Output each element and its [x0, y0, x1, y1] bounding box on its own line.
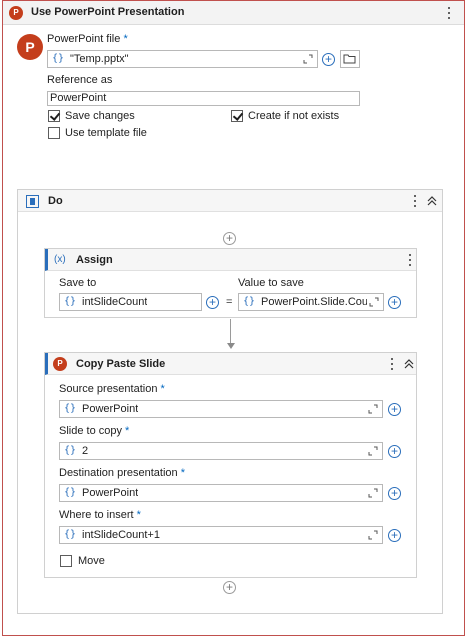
use-powerpoint-activity: P Use PowerPoint Presentation P PowerPoi… — [2, 0, 465, 636]
expression-brace-icon: {} — [243, 296, 256, 307]
move-checkbox[interactable] — [60, 555, 72, 567]
value-add-icon[interactable]: + — [388, 296, 401, 309]
collapse-icon[interactable] — [426, 195, 438, 207]
move-label: Move — [78, 555, 105, 567]
create-if-not-exists-label: Create if not exists — [248, 110, 340, 122]
where-to-insert-value: intSlideCount+1 — [82, 529, 160, 541]
where-to-insert-input[interactable]: {} intSlideCount+1 — [59, 526, 383, 544]
save-changes-label: Save changes — [65, 110, 135, 122]
assign-activity: (x) Assign Save to Value to save {} intS… — [44, 248, 417, 318]
required-marker: * — [125, 425, 130, 437]
expression-brace-icon: {} — [64, 296, 77, 307]
powerpoint-large-icon: P — [17, 34, 43, 60]
do-header[interactable]: Do — [18, 190, 442, 212]
copy-paste-slide-activity: P Copy Paste Slide Source presentation *… — [44, 352, 417, 578]
do-container: Do + (x) Assign Save to Value to save {}… — [17, 189, 443, 614]
powerpoint-file-input[interactable]: {} "Temp.pptx" — [47, 50, 318, 68]
slide-to-copy-label: Slide to copy * — [59, 425, 130, 437]
add-variable-icon[interactable]: + — [322, 53, 335, 66]
insert-activity-top-icon[interactable]: + — [223, 232, 236, 245]
where-add-icon[interactable]: + — [388, 529, 401, 542]
activity-header[interactable]: P Use PowerPoint Presentation — [3, 1, 464, 25]
slide-add-icon[interactable]: + — [388, 445, 401, 458]
do-more-options-icon[interactable] — [410, 194, 420, 208]
reference-as-input[interactable]: PowerPoint — [47, 91, 360, 106]
expression-brace-icon: {} — [64, 403, 77, 414]
save-to-value: intSlideCount — [82, 296, 148, 308]
copy-paste-more-options-icon[interactable] — [387, 357, 397, 371]
expression-brace-icon: {} — [52, 53, 65, 64]
expand-icon[interactable] — [368, 530, 378, 540]
expand-icon[interactable] — [368, 446, 378, 456]
copy-paste-collapse-icon[interactable] — [403, 358, 415, 370]
required-marker: * — [160, 383, 165, 395]
required-marker: * — [123, 33, 128, 45]
do-title: Do — [48, 195, 63, 207]
assign-header[interactable]: (x) Assign — [45, 249, 416, 271]
expand-icon[interactable] — [303, 54, 313, 64]
expand-icon[interactable] — [368, 488, 378, 498]
source-presentation-input[interactable]: {} PowerPoint — [59, 400, 383, 418]
flow-arrow-icon — [227, 343, 235, 349]
insert-activity-bottom-icon[interactable]: + — [223, 581, 236, 594]
more-options-icon[interactable] — [444, 6, 454, 20]
assign-title: Assign — [76, 254, 113, 266]
copy-paste-title: Copy Paste Slide — [76, 358, 166, 370]
value-to-save-label: Value to save — [238, 277, 304, 289]
copy-paste-header[interactable]: P Copy Paste Slide — [45, 353, 416, 375]
save-to-input[interactable]: {} intSlideCount — [59, 293, 202, 311]
assign-more-options-icon[interactable] — [405, 253, 415, 267]
value-to-save-input[interactable]: {} PowerPoint.Slide.Count — [238, 293, 384, 311]
expression-brace-icon: {} — [64, 445, 77, 456]
slide-to-copy-input[interactable]: {} 2 — [59, 442, 383, 460]
variable-icon: (x) — [54, 254, 66, 265]
browse-folder-button[interactable] — [340, 50, 360, 68]
value-to-save-value: PowerPoint.Slide.Count — [261, 296, 367, 308]
save-to-add-icon[interactable]: + — [206, 296, 219, 309]
activity-title: Use PowerPoint Presentation — [31, 6, 185, 18]
destination-presentation-label: Destination presentation * — [59, 467, 185, 479]
slide-to-copy-value: 2 — [82, 445, 89, 457]
required-marker: * — [180, 467, 185, 479]
sequence-icon — [26, 195, 39, 208]
source-presentation-value: PowerPoint — [82, 403, 139, 415]
destination-presentation-input[interactable]: {} PowerPoint — [59, 484, 383, 502]
source-presentation-label: Source presentation * — [59, 383, 165, 395]
expression-brace-icon: {} — [64, 529, 77, 540]
use-template-checkbox[interactable] — [48, 127, 60, 139]
powerpoint-file-value: "Temp.pptx" — [70, 53, 129, 65]
powerpoint-file-label: PowerPoint file * — [47, 33, 128, 45]
equals-sign: = — [226, 296, 233, 308]
expand-icon[interactable] — [368, 404, 378, 414]
destination-add-icon[interactable]: + — [388, 487, 401, 500]
source-add-icon[interactable]: + — [388, 403, 401, 416]
required-marker: * — [136, 509, 141, 521]
create-if-not-exists-checkbox[interactable] — [231, 110, 243, 122]
use-template-label: Use template file — [65, 127, 147, 139]
save-to-label: Save to — [59, 277, 97, 289]
expression-brace-icon: {} — [64, 487, 77, 498]
where-to-insert-label: Where to insert * — [59, 509, 141, 521]
flow-connector — [230, 319, 231, 345]
save-changes-checkbox[interactable] — [48, 110, 60, 122]
expand-icon[interactable] — [369, 297, 379, 307]
destination-presentation-value: PowerPoint — [82, 487, 139, 499]
powerpoint-icon: P — [9, 6, 23, 20]
powerpoint-icon: P — [53, 357, 67, 371]
reference-as-label: Reference as — [47, 74, 113, 86]
